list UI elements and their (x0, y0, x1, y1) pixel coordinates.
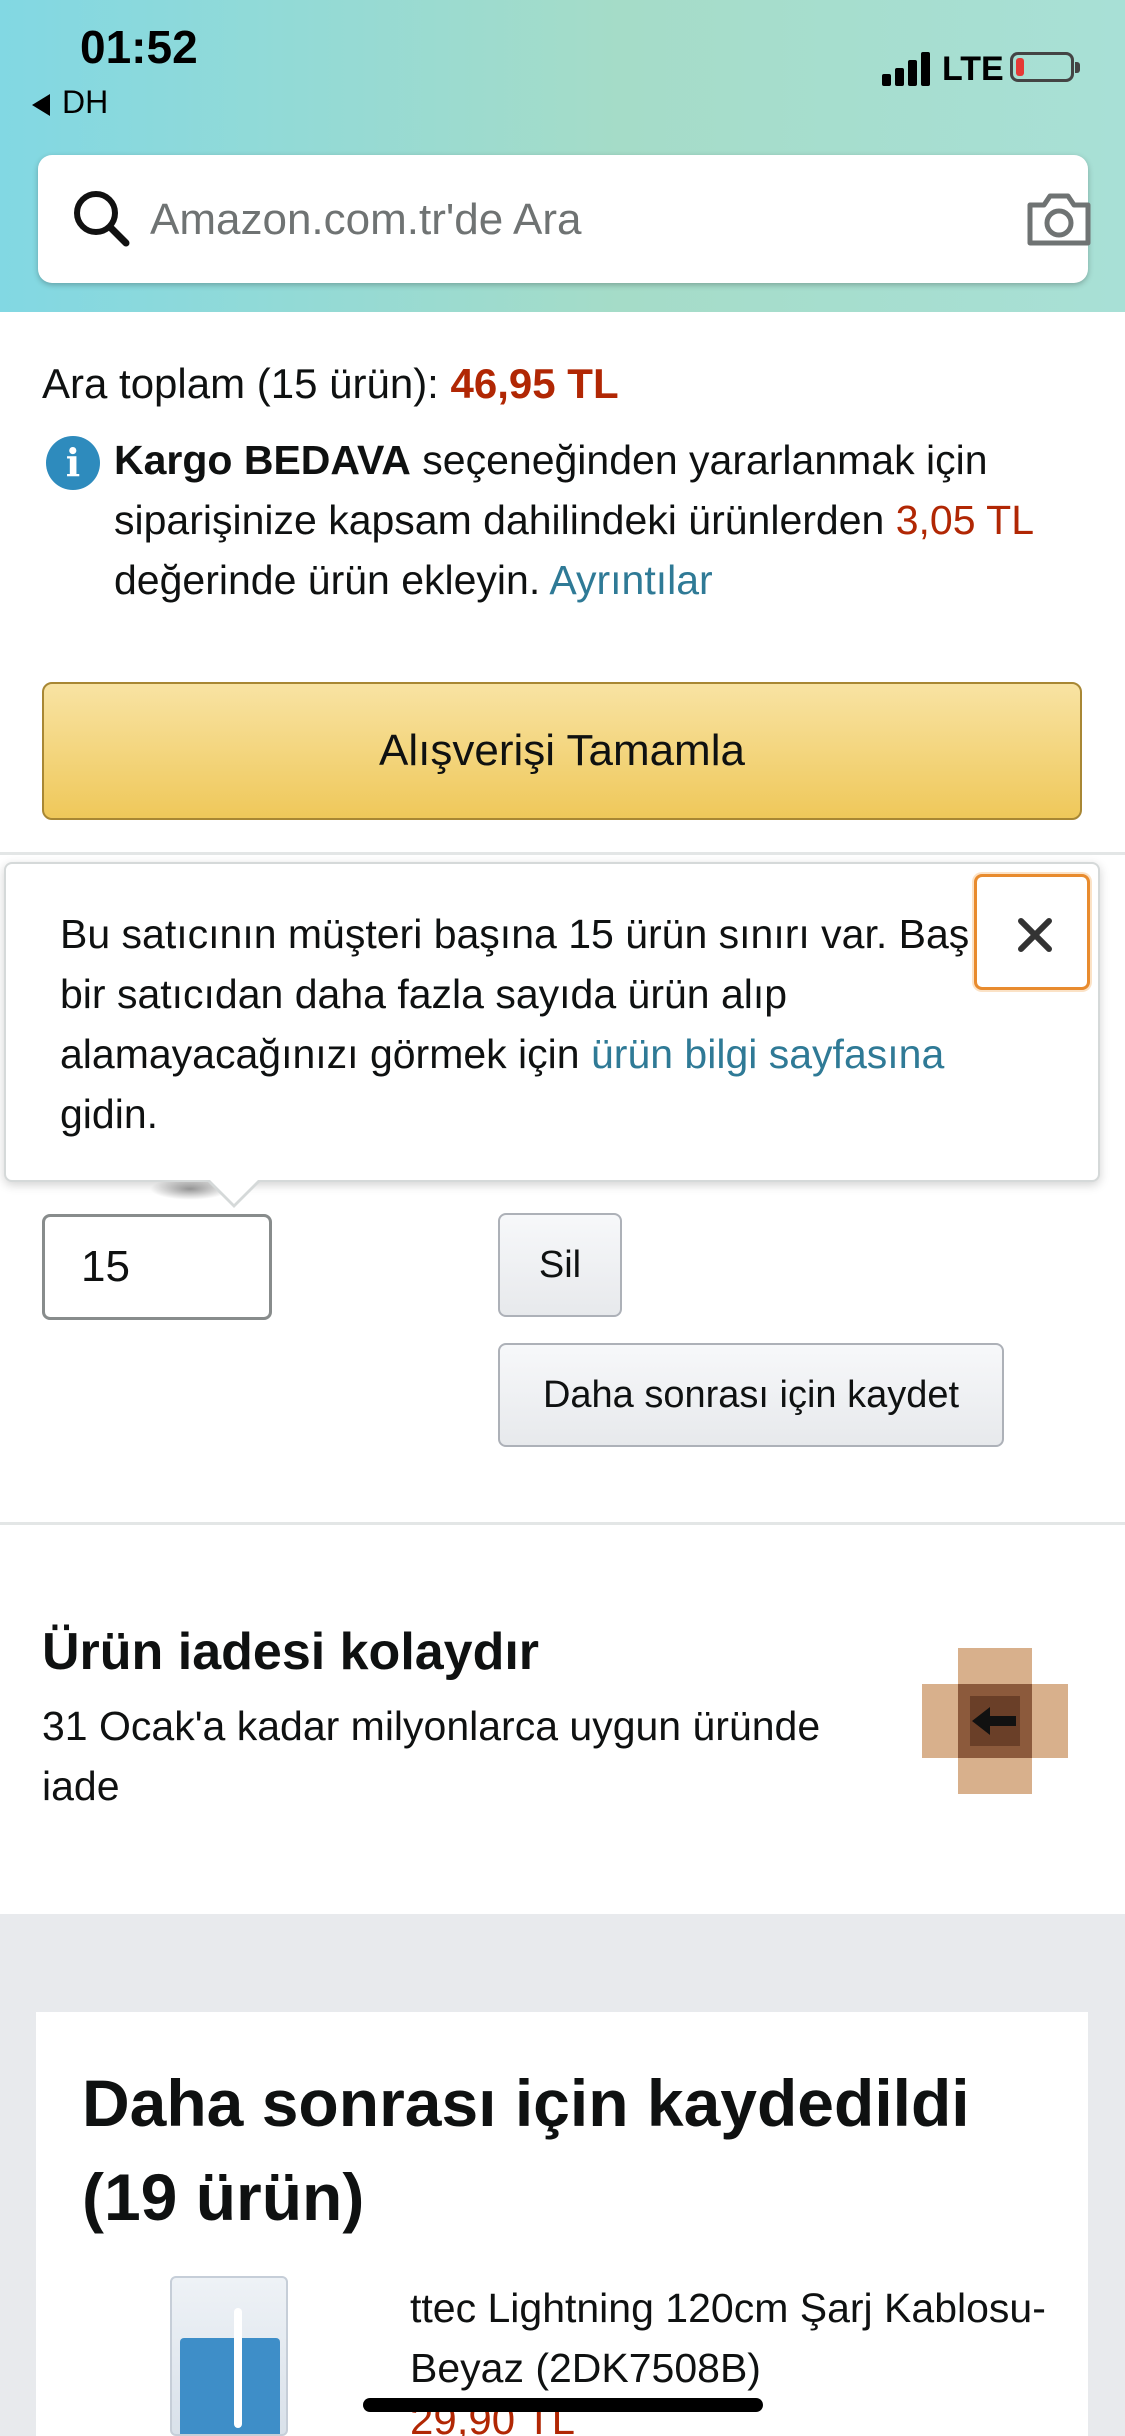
subtotal-price: 46,95 TL (450, 360, 619, 407)
returns-description: 31 Ocak'a kadar milyonlarca uygun üründe… (42, 1703, 821, 1809)
info-icon: i (46, 436, 100, 490)
popover-arrow (208, 1180, 260, 1208)
back-arrow-icon (32, 93, 50, 116)
status-time: 01:52 (80, 21, 198, 73)
search-bar[interactable]: Amazon.com.tr'de Ara (38, 155, 1091, 283)
remaining-amount: 3,05 TL (895, 497, 1033, 543)
subtotal: Ara toplam (15 ürün): 46,95 TL (42, 360, 619, 408)
popover-text-2: gidin. (60, 1091, 159, 1137)
network-type: LTE (942, 50, 1004, 88)
checkout-button[interactable]: Alışverişi Tamamla (42, 682, 1082, 820)
divider (0, 852, 1125, 855)
signal-icon (882, 50, 932, 86)
close-icon (1018, 918, 1052, 952)
search-input[interactable]: Amazon.com.tr'de Ara (150, 195, 581, 245)
free-shipping-notice: Kargo BEDAVA seçeneğinden yararlanmak iç… (114, 430, 1074, 610)
divider (0, 1522, 1125, 1525)
close-popover-button[interactable] (974, 874, 1090, 990)
popover-message: Bu satıcının müşteri başına 15 ürün sını… (60, 904, 1050, 1144)
home-indicator[interactable] (363, 2398, 763, 2412)
returns-title: Ürün iadesi kolaydır (42, 1623, 540, 1681)
back-to-app-link[interactable]: DH (32, 84, 108, 121)
free-shipping-bold: Kargo BEDAVA (114, 437, 411, 483)
save-for-later-button[interactable]: Daha sonrası için kaydet (498, 1343, 1004, 1447)
saved-for-later-title: Daha sonrası için kaydedildi (19 ürün) (82, 2066, 970, 2234)
delete-button[interactable]: Sil (498, 1213, 622, 1317)
quantity-field[interactable]: 15 (42, 1214, 272, 1320)
free-shipping-text-2: değerinde ürün ekleyin. (114, 557, 541, 603)
quantity-limit-popover: Bu satıcının müşteri başına 15 ürün sını… (4, 862, 1100, 1208)
subtotal-label: Ara toplam (15 ürün): (42, 360, 439, 407)
product-title[interactable]: ttec Lightning 120cm Şarj Kablosu- Beyaz… (410, 2278, 1050, 2398)
return-box-icon (922, 1648, 1068, 1794)
camera-icon[interactable] (1024, 189, 1094, 249)
product-page-link[interactable]: ürün bilgi sayfasına (591, 1031, 944, 1077)
header: 01:52 DH LTE Amazon.com.tr'de Ara (0, 0, 1125, 312)
search-icon (74, 191, 130, 247)
back-app-label: DH (62, 84, 109, 120)
details-link[interactable]: Ayrıntılar (549, 557, 712, 603)
battery-icon (1010, 52, 1080, 82)
product-image[interactable] (170, 2276, 288, 2436)
